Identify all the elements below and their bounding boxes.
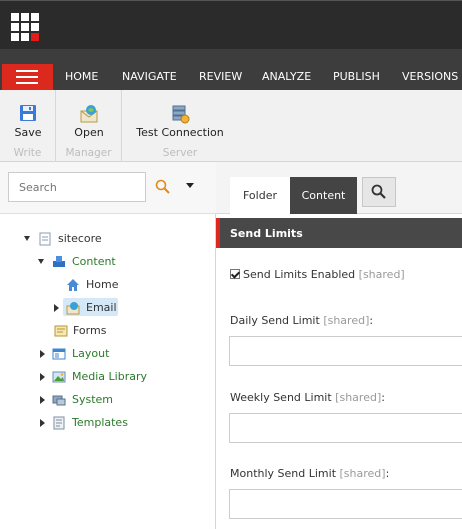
tab-review[interactable]: REVIEW	[199, 70, 242, 83]
tree-item-label: Forms	[73, 324, 107, 337]
tab-content[interactable]: Content	[290, 177, 357, 214]
templates-icon	[53, 416, 65, 430]
tree-item-label: Content	[72, 255, 116, 268]
forms-icon	[54, 325, 68, 337]
tree-item-templates[interactable]: Templates	[38, 414, 208, 434]
tree-item-email[interactable]: Email	[52, 299, 202, 319]
editor-tab-bar: Folder Content	[216, 162, 462, 214]
top-bar	[0, 0, 462, 49]
open-button-label: Open	[74, 126, 104, 139]
tab-publish[interactable]: PUBLISH	[333, 70, 380, 83]
group-label-server: Server	[162, 147, 198, 159]
tree-item-content[interactable]: Content	[38, 253, 208, 273]
tree-item-label: Layout	[72, 347, 110, 360]
tree-item-media-library[interactable]: Media Library	[38, 368, 208, 388]
expand-arrow-icon[interactable]	[40, 419, 45, 427]
group-label-write: Write	[13, 147, 42, 159]
tree-item-forms[interactable]: Forms	[52, 322, 202, 342]
email-icon	[66, 302, 80, 315]
tree-item-system[interactable]: System	[38, 391, 208, 411]
search-icon[interactable]	[155, 179, 171, 195]
ribbon: Save Write Open Manager Test Connection	[0, 90, 462, 162]
ribbon-group-write: Save Write	[0, 90, 56, 162]
tree-item-label: Media Library	[72, 370, 147, 383]
test-connection-button-label: Test Connection	[136, 126, 224, 139]
search-input[interactable]	[8, 172, 146, 202]
weekly-send-limit-field[interactable]	[229, 413, 462, 443]
tab-analyze[interactable]: ANALYZE	[262, 70, 311, 83]
tree-item-label: Home	[86, 278, 119, 291]
tree-item-layout[interactable]: Layout	[38, 345, 208, 365]
hamburger-menu-icon[interactable]	[2, 64, 53, 90]
layout-icon	[52, 348, 66, 360]
ribbon-group-manager: Open Manager	[56, 90, 122, 162]
tree-item-home[interactable]: Home	[66, 276, 206, 296]
expand-arrow-icon[interactable]	[54, 304, 59, 312]
media-library-icon	[52, 371, 66, 383]
app-grid-logo-icon[interactable]	[11, 13, 39, 41]
collapse-arrow-icon[interactable]	[24, 236, 30, 241]
group-label-manager: Manager	[65, 147, 112, 159]
open-email-manager-icon	[80, 105, 98, 123]
section-header-send-limits[interactable]: Send Limits	[216, 218, 462, 248]
expand-arrow-icon[interactable]	[40, 350, 45, 358]
monthly-send-limit-field[interactable]	[229, 489, 462, 519]
tree-item-label: Email	[86, 301, 117, 314]
ribbon-tab-strip: HOME NAVIGATE REVIEW ANALYZE PUBLISH VER…	[0, 49, 462, 90]
send-limits-enabled-label: Send Limits Enabled [shared]	[243, 268, 405, 281]
tree-item-label: sitecore	[58, 232, 102, 245]
tab-navigate[interactable]: NAVIGATE	[122, 70, 177, 83]
send-limits-enabled-checkbox[interactable]	[230, 269, 240, 279]
expand-arrow-icon[interactable]	[40, 396, 45, 404]
ribbon-group-server: Test Connection Server	[122, 90, 238, 162]
collapse-arrow-icon[interactable]	[38, 259, 44, 264]
daily-send-limit-label: Daily Send Limit [shared]:	[230, 314, 374, 327]
save-icon	[20, 105, 36, 121]
search-icon	[371, 184, 386, 199]
tab-home[interactable]: HOME	[65, 70, 98, 83]
tab-folder[interactable]: Folder	[230, 177, 290, 214]
content-editor-pane: Folder Content Send Limits Send Limits E…	[216, 162, 462, 529]
page-icon	[39, 232, 51, 246]
daily-send-limit-field[interactable]	[229, 336, 462, 366]
home-icon	[67, 279, 79, 291]
monthly-send-limit-label: Monthly Send Limit [shared]:	[230, 467, 390, 480]
system-icon	[52, 395, 66, 406]
search-options-chevron-down-icon[interactable]	[186, 183, 194, 188]
save-button-label: Save	[14, 126, 42, 139]
weekly-send-limit-label: Weekly Send Limit [shared]:	[230, 391, 385, 404]
editor-search-button[interactable]	[362, 177, 396, 207]
test-connection-icon	[172, 105, 190, 124]
tree-item-label: System	[72, 393, 114, 406]
tree-item-label: Templates	[72, 416, 128, 429]
expand-arrow-icon[interactable]	[40, 373, 45, 381]
tree-search-row	[0, 162, 216, 214]
tree-item-sitecore[interactable]: sitecore	[24, 230, 204, 250]
content-cubes-icon	[53, 256, 65, 267]
content-tree-pane: sitecore Content Home	[0, 162, 216, 529]
tab-versions[interactable]: VERSIONS	[402, 70, 458, 83]
